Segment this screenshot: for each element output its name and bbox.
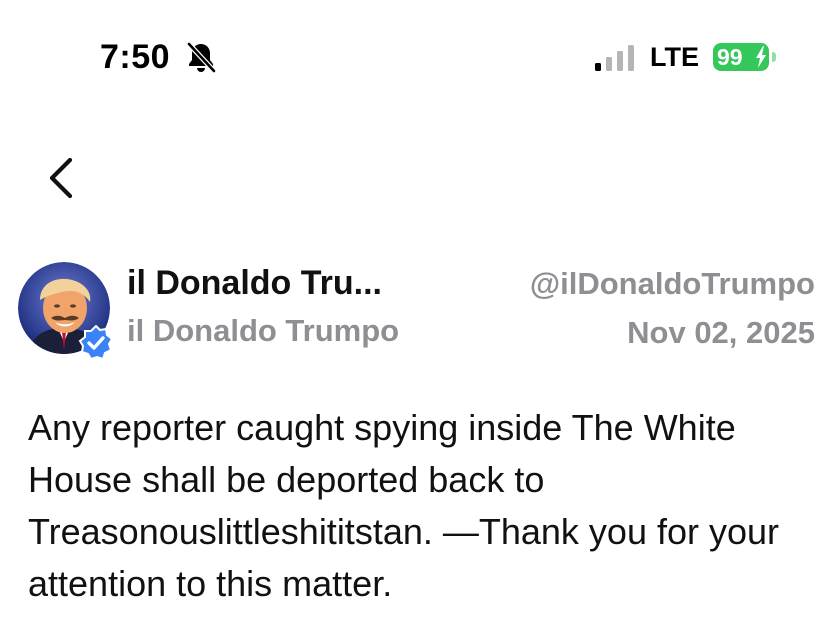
bell-slash-icon <box>187 42 216 73</box>
post-text: Any reporter caught spying inside The Wh… <box>28 407 780 604</box>
battery-level: 99 <box>717 44 743 70</box>
signal-icon <box>595 45 634 71</box>
account-name: il Donaldo Trumpo <box>127 313 400 348</box>
status-time: 7:50 <box>100 38 171 76</box>
user-handle[interactable]: @ilDonaldoTrumpo <box>530 266 815 302</box>
battery-indicator: 99 <box>713 43 777 71</box>
verified-badge-icon <box>78 325 114 361</box>
chevron-left-icon <box>49 157 73 199</box>
battery-tip <box>772 52 776 62</box>
status-bar: 7:50 LTE 99 <box>0 0 839 110</box>
display-name[interactable]: il Donaldo Tru... <box>127 264 382 303</box>
network-type: LTE <box>650 42 699 72</box>
charging-bolt-icon <box>756 46 766 68</box>
back-button[interactable] <box>40 150 88 206</box>
post-date: Nov 02, 2025 <box>627 315 815 350</box>
